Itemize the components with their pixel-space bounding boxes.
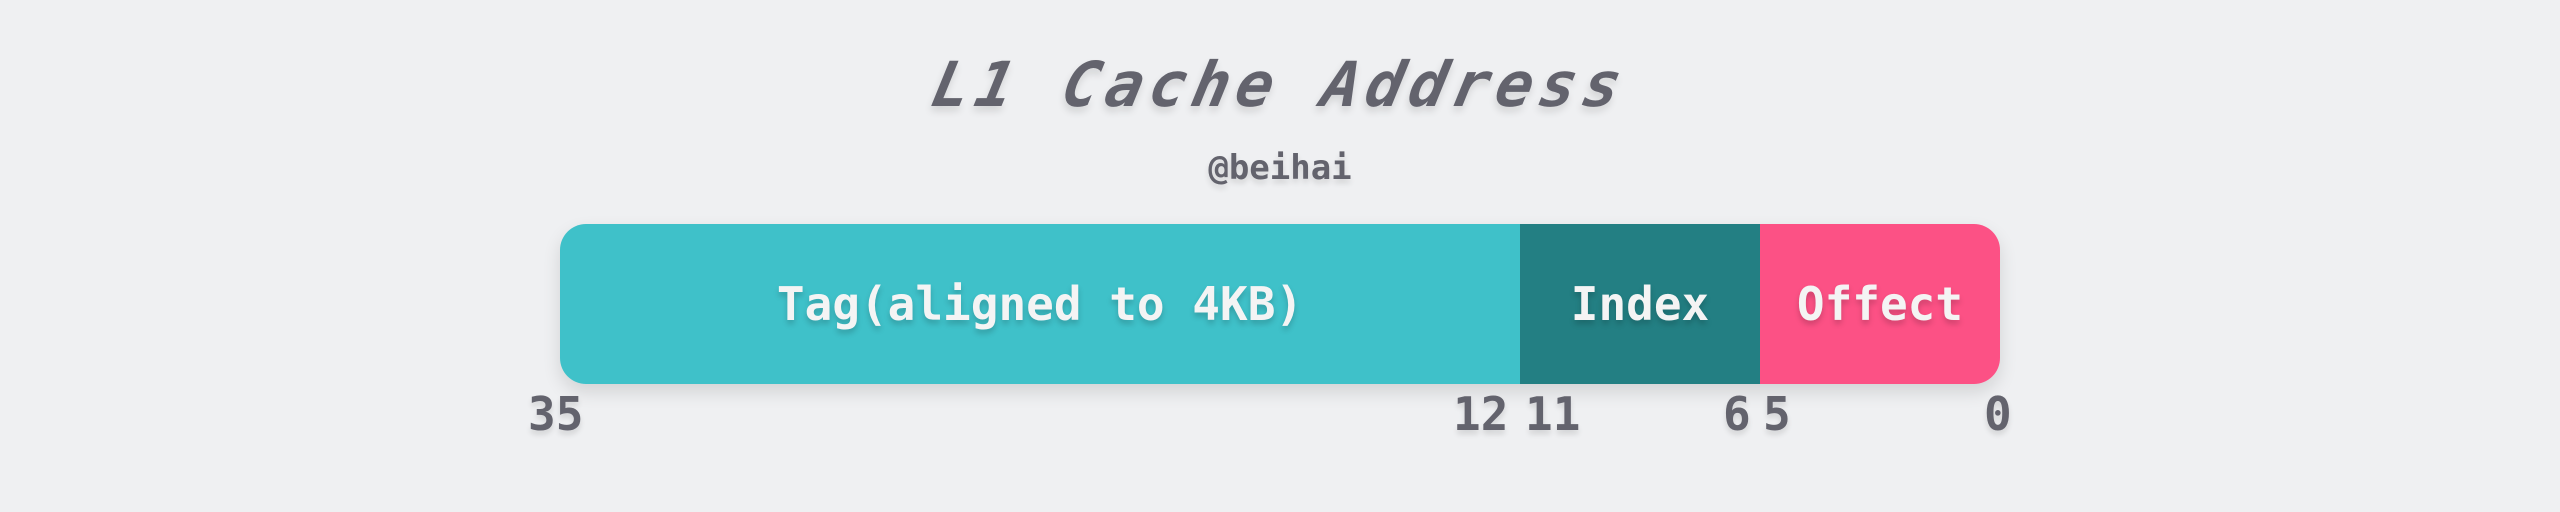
tag-segment-label: Tag(aligned to 4KB) [776,277,1304,331]
bit-label-tag-low: 12 [1453,387,1509,441]
address-bar: Tag(aligned to 4KB) Index Offect [560,224,2000,384]
tag-segment: Tag(aligned to 4KB) [560,224,1520,384]
bit-label-tag-high: 35 [528,387,584,441]
bit-label-offset-high: 5 [1763,387,1791,441]
offset-segment: Offect [1760,224,2000,384]
index-segment: Index [1520,224,1760,384]
bit-label-index-high: 11 [1525,387,1581,441]
index-segment-label: Index [1570,277,1710,331]
offset-segment-label: Offect [1796,277,1964,331]
author-credit: @beihai [1208,148,1352,188]
diagram-title: L1 Cache Address [925,48,1635,121]
bit-label-index-low: 6 [1723,387,1751,441]
bit-label-offset-low: 0 [1984,387,2012,441]
